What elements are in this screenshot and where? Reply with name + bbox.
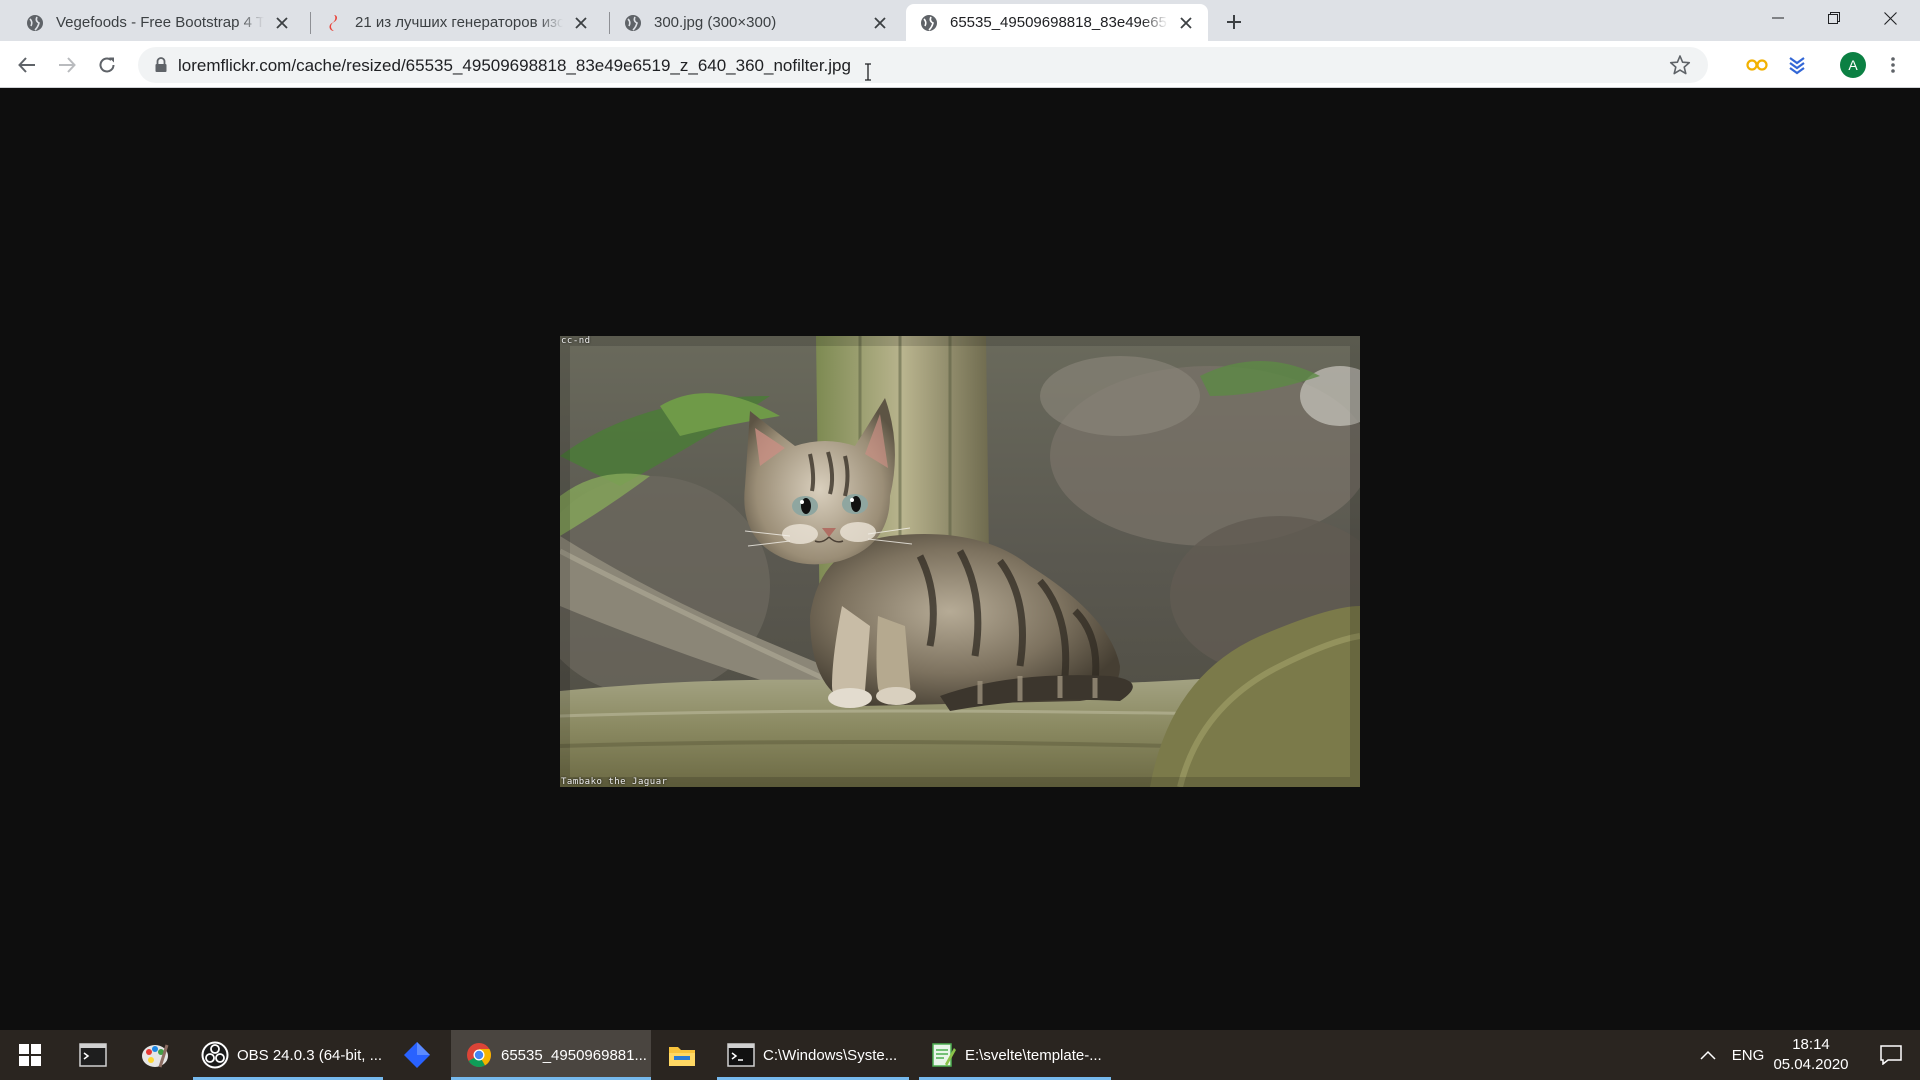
cmd-icon [727, 1041, 755, 1069]
globe-icon [625, 14, 641, 31]
tab-title: 65535_49509698818_83e49e6519_z_640_360_n… [950, 14, 1168, 31]
taskbar-chrome[interactable]: 65535_4950969881... [451, 1030, 651, 1080]
kitten-photo[interactable]: cc-nd Tambako the Jaguar [560, 336, 1360, 787]
taskbar-paint[interactable] [124, 1030, 186, 1080]
avatar-initial: A [1848, 57, 1858, 73]
kitten-photo-art [560, 336, 1360, 787]
close-icon [1883, 11, 1897, 25]
minimize-icon [1772, 17, 1784, 19]
arrow-left-icon [18, 57, 35, 73]
tab-image-generators[interactable]: 21 из лучших генераторов изображений [311, 4, 603, 41]
layers-icon [1789, 57, 1805, 75]
obs-icon [201, 1041, 229, 1069]
blue-diamond-icon [404, 1042, 430, 1068]
tab-active-image[interactable]: 65535_49509698818_83e49e6519_z_640_360_n… [906, 4, 1208, 41]
page-viewport: cc-nd Tambako the Jaguar [0, 88, 1920, 1030]
close-window-button[interactable] [1862, 0, 1918, 36]
language-label: ENG [1731, 1046, 1765, 1064]
taskbar-label: C:\Windows\Syste... [763, 1046, 898, 1064]
reload-button[interactable] [91, 49, 123, 81]
back-button[interactable] [11, 49, 43, 81]
new-tab-button[interactable] [1221, 9, 1247, 35]
glasses-icon [1746, 59, 1768, 71]
restore-icon [1828, 12, 1840, 24]
windows-taskbar: OBS 24.0.3 (64-bit, ... 65535_4950969881… [0, 1030, 1920, 1080]
restore-button[interactable] [1806, 0, 1862, 36]
taskbar-explorer[interactable] [651, 1030, 713, 1080]
close-tab-icon[interactable] [1176, 13, 1196, 33]
lock-icon[interactable] [152, 56, 170, 74]
taskbar-notepad[interactable]: E:\svelte\template-... [919, 1030, 1111, 1080]
start-button[interactable] [0, 1030, 60, 1080]
taskbar-label: OBS 24.0.3 (64-bit, ... [237, 1046, 383, 1064]
bookmark-star-icon[interactable] [1669, 54, 1691, 76]
forward-button[interactable] [51, 49, 83, 81]
text-cursor-icon [865, 63, 871, 81]
clock-time: 18:14 [1792, 1036, 1830, 1053]
notification-icon [1880, 1045, 1902, 1065]
menu-button[interactable] [1880, 52, 1906, 78]
taskbar-label: 65535_4950969881... [501, 1046, 647, 1064]
tab-title: 300.jpg (300×300) [654, 14, 777, 31]
language-indicator[interactable]: ENG [1730, 1030, 1766, 1080]
taskbar-label: E:\svelte\template-... [965, 1046, 1102, 1064]
taskbar-blue-app[interactable] [386, 1030, 448, 1080]
site-logo-icon [329, 14, 337, 31]
reload-icon [99, 57, 115, 73]
close-tab-icon[interactable] [272, 13, 292, 33]
minimize-button[interactable] [1750, 0, 1806, 36]
taskbar-obs[interactable]: OBS 24.0.3 (64-bit, ... [193, 1030, 383, 1080]
taskbar-clock[interactable]: 18:14 05.04.2020 [1768, 1035, 1854, 1075]
profile-avatar[interactable]: A [1840, 52, 1866, 78]
license-caption: cc-nd [561, 336, 591, 346]
chrome-icon [465, 1041, 493, 1069]
author-caption: Tambako the Jaguar [561, 777, 668, 787]
globe-icon [27, 14, 43, 31]
extension-button-glasses[interactable] [1744, 52, 1770, 78]
close-tab-icon[interactable] [870, 13, 890, 33]
folder-icon [669, 1047, 695, 1066]
taskbar-cmd[interactable]: C:\Windows\Syste... [717, 1030, 909, 1080]
extension-button-layers[interactable] [1784, 52, 1810, 78]
tray-overflow-button[interactable] [1694, 1030, 1722, 1080]
terminal-icon [79, 1043, 107, 1067]
url-text[interactable]: loremflickr.com/cache/resized/65535_4950… [178, 56, 851, 76]
windows-start-icon [19, 1044, 41, 1066]
close-tab-icon[interactable] [571, 13, 591, 33]
tab-300-jpg[interactable]: 300.jpg (300×300) [610, 4, 902, 41]
clock-date: 05.04.2020 [1773, 1056, 1849, 1073]
taskbar-terminal[interactable] [62, 1030, 124, 1080]
arrow-right-icon [59, 57, 76, 73]
chevron-up-icon [1700, 1050, 1716, 1060]
plus-icon [1227, 15, 1241, 29]
tab-title: 21 из лучших генераторов изображений [355, 14, 563, 31]
tab-title: Vegefoods - Free Bootstrap 4 Template [56, 14, 264, 31]
kebab-menu-icon [1891, 57, 1895, 73]
globe-icon [921, 14, 937, 31]
browser-toolbar: loremflickr.com/cache/resized/65535_4950… [0, 41, 1920, 88]
tab-strip: Vegefoods - Free Bootstrap 4 Template 21… [0, 0, 1920, 41]
action-center-button[interactable] [1866, 1030, 1916, 1080]
address-bar[interactable]: loremflickr.com/cache/resized/65535_4950… [138, 47, 1708, 83]
notepad-icon [929, 1041, 957, 1069]
tab-vegefoods[interactable]: Vegefoods - Free Bootstrap 4 Template [12, 4, 304, 41]
paint-icon [142, 1044, 169, 1068]
